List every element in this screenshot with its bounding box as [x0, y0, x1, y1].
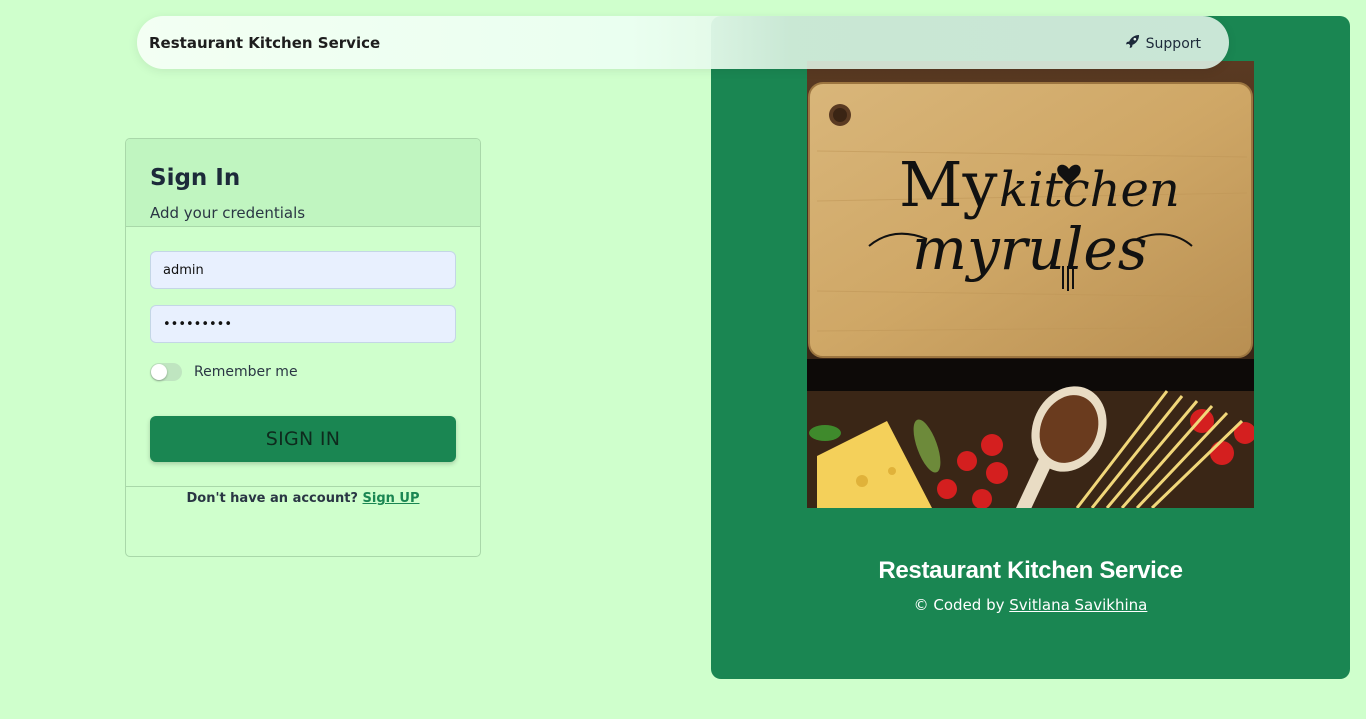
- sign-in-button[interactable]: SIGN IN: [150, 416, 456, 462]
- no-account-text: Don't have an account?: [186, 491, 358, 506]
- image-text-kitchen: kitchen: [999, 162, 1180, 218]
- navbar-brand[interactable]: Restaurant Kitchen Service: [149, 34, 380, 52]
- rocket-icon: [1125, 34, 1140, 53]
- signup-prompt: Don't have an account? Sign UP: [126, 491, 480, 506]
- remember-me-label: Remember me: [194, 364, 298, 380]
- credit-line: © Coded by Svitlana Savikhina: [711, 596, 1350, 614]
- signin-card-header: Sign In Add your credentials: [126, 139, 480, 227]
- remember-me-row: Remember me: [150, 363, 298, 381]
- username-input[interactable]: [150, 251, 456, 289]
- author-link[interactable]: Svitlana Savikhina: [1009, 596, 1147, 614]
- signin-title: Sign In: [150, 165, 241, 191]
- signin-subtitle: Add your credentials: [150, 204, 306, 222]
- signin-card: Sign In Add your credentials Remember me…: [125, 138, 481, 557]
- image-text-myrules: myrules: [912, 215, 1147, 283]
- brand-panel: My kitchen myrules Restaurant Kitchen Se…: [711, 16, 1350, 679]
- remember-me-toggle[interactable]: [150, 363, 182, 381]
- support-label: Support: [1145, 35, 1201, 52]
- support-link[interactable]: Support: [1125, 34, 1201, 53]
- image-text-my: My: [899, 148, 998, 221]
- kitchen-board-illustration: My kitchen myrules: [807, 61, 1254, 508]
- hero-image: My kitchen myrules: [807, 61, 1254, 508]
- card-divider: [126, 486, 480, 487]
- toggle-knob: [151, 364, 167, 380]
- brand-title: Restaurant Kitchen Service: [878, 557, 1183, 584]
- signup-link[interactable]: Sign UP: [363, 491, 420, 506]
- credit-prefix: © Coded by: [913, 596, 1005, 614]
- top-navbar: Restaurant Kitchen Service Support: [137, 16, 1229, 69]
- password-input[interactable]: [150, 305, 456, 343]
